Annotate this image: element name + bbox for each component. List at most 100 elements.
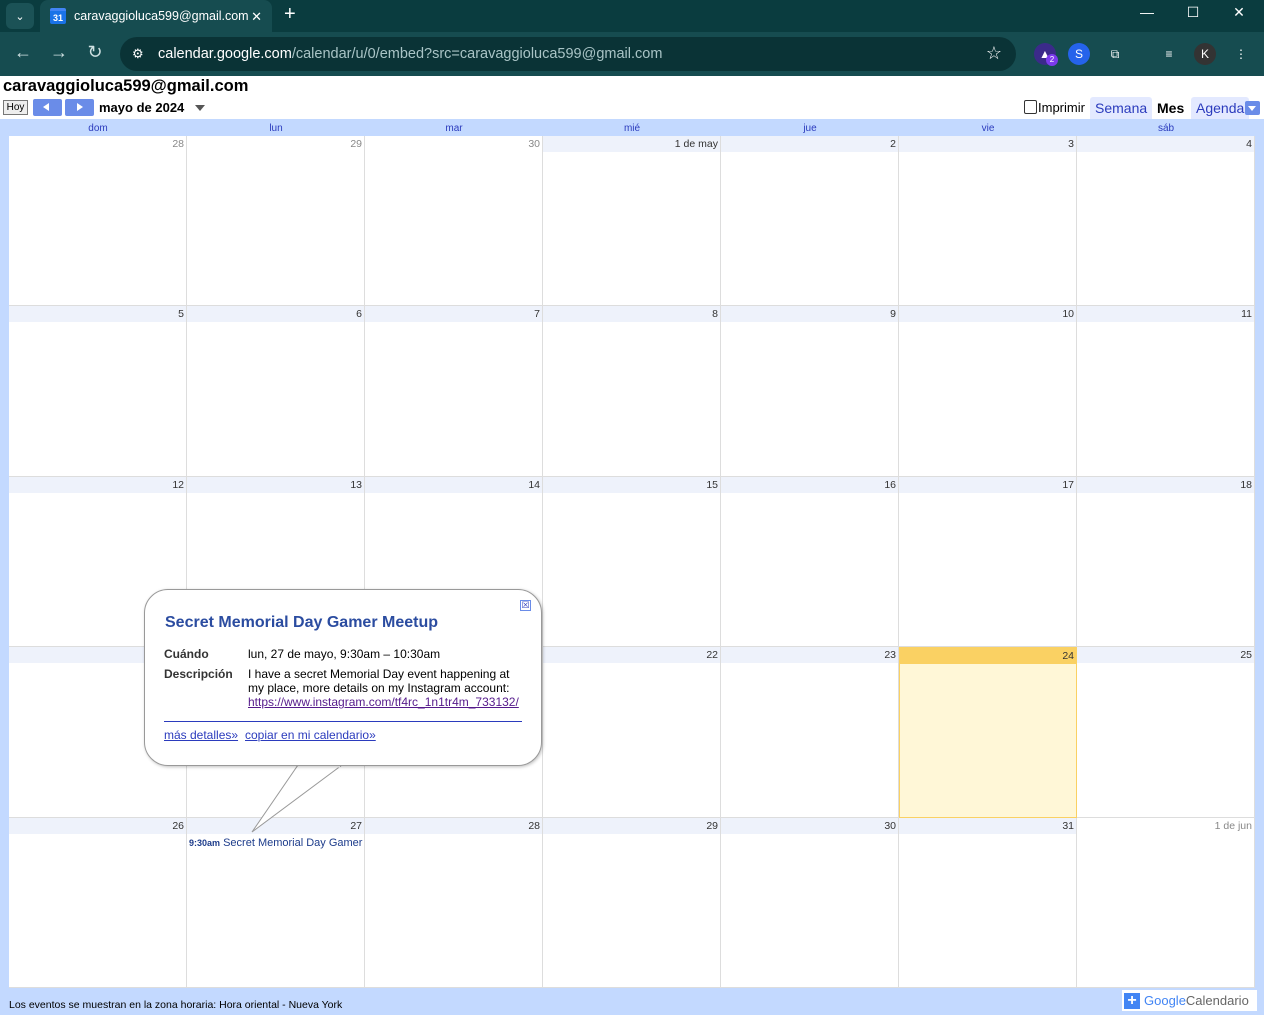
day-cell[interactable]: 26 [9,817,187,988]
day-number[interactable]: 4 [1246,138,1252,150]
day-number[interactable]: 11 [1241,308,1252,320]
day-cell[interactable]: 30 [721,817,899,988]
day-number[interactable]: 22 [706,649,718,661]
day-cell[interactable]: 3 [899,136,1077,307]
day-cell[interactable]: 11 [1077,306,1255,477]
forward-arrow-icon[interactable]: → [47,42,71,63]
day-number[interactable]: 12 [172,479,184,491]
day-cell[interactable]: 27 9:30am Secret Memorial Day Gamer Meetu… [187,817,365,988]
day-cell[interactable]: 29 [543,817,721,988]
day-cell[interactable]: 28 [365,817,543,988]
day-cell[interactable]: 17 [899,476,1077,648]
printer-icon[interactable] [1024,100,1037,114]
day-number[interactable]: 1 de jun [1215,820,1252,832]
google-calendar-logo[interactable]: + GoogleCalendario [1122,990,1257,1011]
close-tab-icon[interactable]: ✕ [251,9,262,25]
day-number[interactable]: 25 [1240,649,1252,661]
day-number[interactable]: 29 [706,820,718,832]
day-cell[interactable]: 4 [1077,136,1255,307]
day-cell[interactable]: 15 [543,476,721,648]
day-cell[interactable]: 1 de jun [1077,817,1255,988]
extensions-puzzle-icon[interactable]: ⧉ [1104,43,1126,65]
browser-menu-icon[interactable]: ⋮ [1230,43,1252,65]
print-link[interactable]: Imprimir [1038,100,1085,115]
browser-tab-strip: ⌄ 31 caravaggioluca599@gmail.com ✕ + — ☐… [0,0,1264,32]
day-number[interactable]: 5 [178,308,184,320]
previous-month-button[interactable] [33,99,62,116]
extension-s-icon[interactable]: S [1068,43,1090,65]
day-cell[interactable]: 22 [543,647,721,818]
day-number[interactable]: 3 [1068,138,1074,150]
day-number[interactable]: 28 [528,820,540,832]
day-cell[interactable]: 18 [1077,476,1255,648]
day-number[interactable]: 8 [712,308,718,320]
day-number[interactable]: 15 [706,479,718,491]
new-tab-button[interactable]: + [284,3,296,26]
maximize-window-button[interactable]: ☐ [1170,4,1216,21]
day-cell[interactable]: 6 [187,306,365,477]
day-header [899,817,1076,834]
event-chip[interactable]: 9:30am Secret Memorial Day Gamer Meetup [189,837,364,849]
day-number[interactable]: 23 [884,649,896,661]
day-number[interactable]: 13 [350,479,362,491]
day-cell-today[interactable]: 24 [899,647,1077,818]
day-cell[interactable]: 8 [543,306,721,477]
browser-tab[interactable]: 31 caravaggioluca599@gmail.com ✕ [40,0,272,32]
next-month-button[interactable] [65,99,94,116]
tab-search-button[interactable]: ⌄ [6,3,34,29]
day-number[interactable]: 7 [534,308,540,320]
day-cell[interactable]: 7 [365,306,543,477]
day-cell[interactable]: 2 [721,136,899,307]
day-cell[interactable]: 16 [721,476,899,648]
day-cell[interactable]: 30 [365,136,543,307]
day-number[interactable]: 2 [890,138,896,150]
tab-week[interactable]: Semana [1090,97,1153,119]
month-label[interactable]: mayo de 2024 [99,100,184,115]
day-number[interactable]: 28 [172,138,184,150]
day-number[interactable]: 9 [890,308,896,320]
close-popup-icon[interactable]: ☒ [520,600,531,611]
site-info-icon[interactable]: ⚙ [132,46,144,62]
day-cell[interactable]: 28 [9,136,187,307]
day-cell[interactable]: 5 [9,306,187,477]
day-number[interactable]: 29 [350,138,362,150]
month-picker-caret-icon[interactable] [195,105,205,111]
more-details-link[interactable]: más detalles» [164,728,238,742]
day-number[interactable]: 16 [884,479,896,491]
day-cell[interactable]: 10 [899,306,1077,477]
back-arrow-icon[interactable]: ← [11,42,35,63]
day-cell[interactable]: 9 [721,306,899,477]
media-control-icon[interactable]: ≡ [1158,43,1180,65]
reload-icon[interactable]: ↻ [83,42,107,63]
day-number[interactable]: 1 de may [675,138,718,150]
close-window-button[interactable]: ✕ [1216,4,1262,21]
day-number[interactable]: 30 [884,820,896,832]
day-number[interactable]: 14 [528,479,540,491]
day-number[interactable]: 31 [1062,820,1074,832]
day-cell[interactable]: 1 de may [543,136,721,307]
day-number[interactable]: 17 [1062,479,1074,491]
day-number[interactable]: 6 [356,308,362,320]
day-cell[interactable]: 29 [187,136,365,307]
day-cell[interactable]: 25 [1077,647,1255,818]
add-plus-icon[interactable]: + [1124,992,1140,1009]
day-number[interactable]: 26 [172,820,184,832]
tab-month[interactable]: Mes [1152,97,1190,119]
copy-to-calendar-link[interactable]: copiar en mi calendario» [245,728,376,742]
day-number[interactable]: 10 [1062,308,1074,320]
address-bar[interactable]: ⚙ calendar.google.com/calendar/u/0/embed… [120,37,1016,71]
url-text[interactable]: calendar.google.com/calendar/u/0/embed?s… [158,46,662,62]
bookmark-star-icon[interactable]: ☆ [986,43,1002,64]
day-number[interactable]: 27 [350,820,362,832]
day-number[interactable]: 24 [1062,650,1074,662]
instagram-link[interactable]: https://www.instagram.com/tf4rc_1n1tr4m_… [248,695,528,709]
today-button[interactable]: Hoy [3,100,28,115]
day-cell[interactable]: 23 [721,647,899,818]
day-cell[interactable]: 31 [899,817,1077,988]
view-dropdown-chevron-icon[interactable] [1245,101,1260,115]
minimize-window-button[interactable]: — [1124,4,1170,20]
day-number[interactable]: 30 [528,138,540,150]
profile-avatar[interactable]: K [1194,43,1216,65]
day-number[interactable]: 18 [1240,479,1252,491]
tab-agenda[interactable]: Agenda [1191,97,1250,119]
